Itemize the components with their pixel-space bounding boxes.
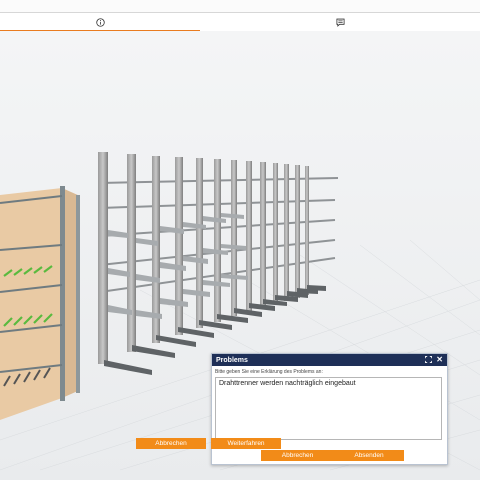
dialog-submit-button[interactable]: Absenden [334,450,404,461]
top-bar [0,0,480,13]
maximize-icon[interactable] [425,355,433,365]
dialog-cancel-button[interactable]: Abbrechen [261,450,334,461]
dialog-title: Problems [216,356,248,364]
dialog-prompt: Bitte geben Sie eine Erklärung des Probl… [215,369,323,375]
close-icon[interactable]: ✕ [436,356,443,364]
dialog-header: Problems ✕ [212,354,447,366]
tab-info[interactable] [0,14,200,32]
continue-button[interactable]: Weiterfahren [211,438,281,449]
problem-description-textarea[interactable]: Drahttrenner werden nachträglich eingeba… [215,377,442,440]
info-icon [95,17,105,27]
comment-icon [335,18,345,27]
tab-comments[interactable] [200,14,480,30]
cancel-button[interactable]: Abbrechen [136,438,206,449]
pallet-rack [0,186,80,420]
